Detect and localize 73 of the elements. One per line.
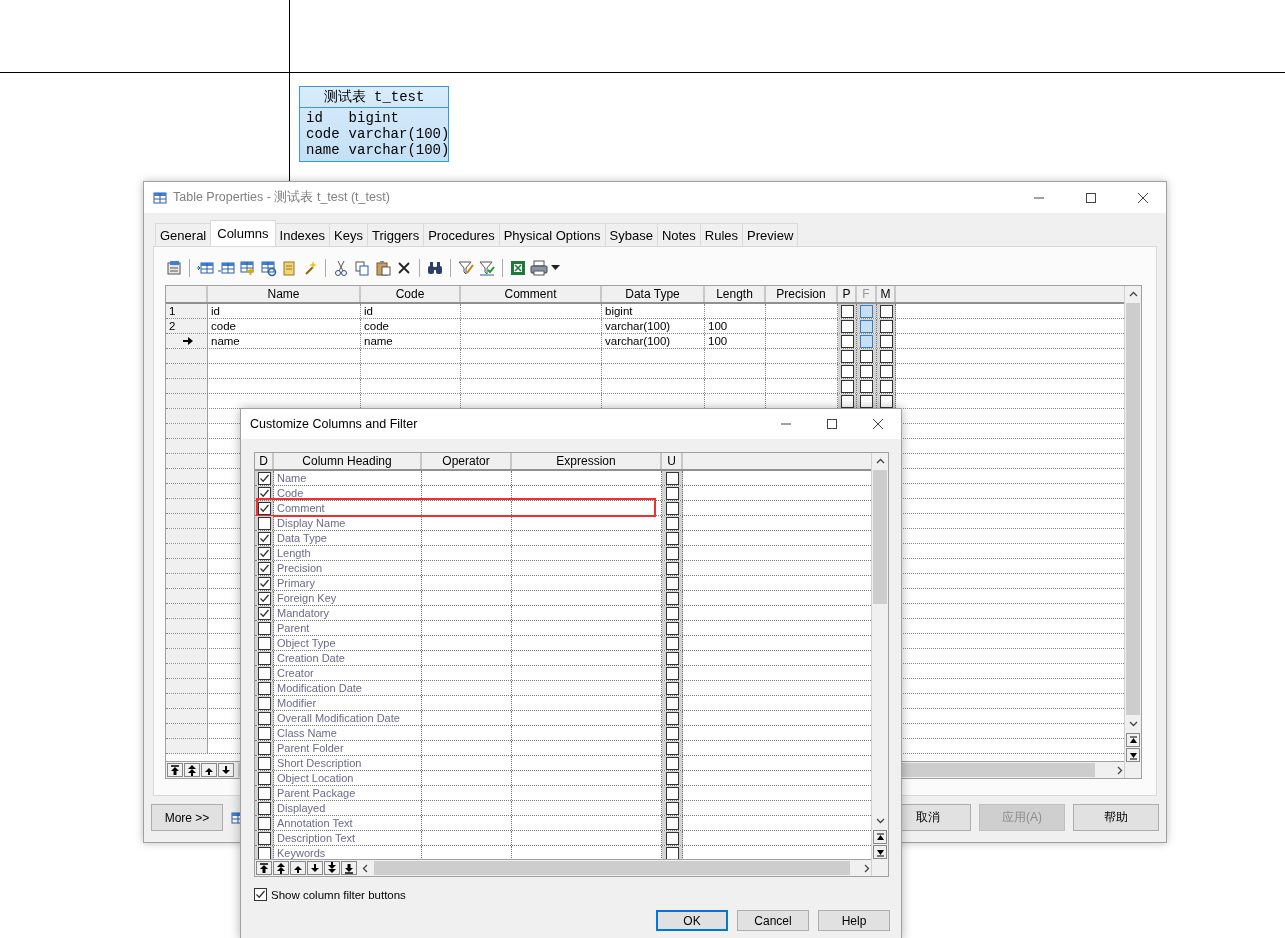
column-type: bigint bbox=[348, 110, 401, 126]
table-cell: Description Text bbox=[274, 831, 422, 845]
column-name: name bbox=[306, 142, 340, 158]
column-name: id bbox=[306, 110, 324, 126]
table-cell: Name bbox=[274, 471, 422, 485]
table-cell: Length bbox=[274, 546, 422, 560]
column-header[interactable]: Column Heading bbox=[274, 453, 422, 469]
column-header[interactable]: M bbox=[877, 286, 896, 302]
table-cell: code bbox=[208, 319, 361, 333]
table-cell: Object Type bbox=[274, 636, 422, 650]
table-cell: id bbox=[208, 304, 361, 318]
tab[interactable]: General bbox=[155, 223, 212, 246]
table-cell: Parent bbox=[274, 621, 422, 635]
table-cell: Code bbox=[274, 486, 422, 500]
column-type: varchar(100) bbox=[348, 142, 450, 158]
table-cell: 100 bbox=[705, 319, 766, 333]
table-cell: Creation Date bbox=[274, 651, 422, 665]
dialog-title: Customize Columns and Filter bbox=[250, 417, 419, 431]
checkbox-label: Show column filter buttons bbox=[271, 888, 406, 901]
table-cell: 100 bbox=[705, 334, 766, 348]
tab[interactable]: Columns bbox=[210, 220, 276, 246]
dialog-button[interactable]: 帮助 bbox=[1073, 804, 1159, 831]
table-cell: Parent Package bbox=[274, 786, 422, 800]
table-cell: Primary bbox=[274, 576, 422, 590]
dialog-button[interactable]: OK bbox=[656, 910, 728, 931]
table-cell: Overall Modification Date bbox=[274, 711, 422, 725]
tab[interactable]: Keys bbox=[329, 223, 368, 246]
dialog-button[interactable]: More >> bbox=[151, 804, 223, 831]
column-header[interactable]: Code bbox=[361, 286, 461, 302]
column-header[interactable]: D bbox=[255, 453, 274, 469]
column-header[interactable]: Operator bbox=[422, 453, 512, 469]
column-type: varchar(100) bbox=[348, 126, 450, 142]
row-header[interactable]: 1 bbox=[166, 304, 208, 318]
column-header[interactable]: Precision bbox=[766, 286, 838, 302]
table-cell: name bbox=[361, 334, 461, 348]
column-header[interactable]: Comment bbox=[461, 286, 602, 302]
table-cell: varchar(100) bbox=[602, 334, 705, 348]
table-cell: Precision bbox=[274, 561, 422, 575]
table-cell: Short Description bbox=[274, 756, 422, 770]
table-cell: Parent Folder bbox=[274, 741, 422, 755]
table-cell: Annotation Text bbox=[274, 816, 422, 830]
tab[interactable]: Sybase bbox=[604, 223, 658, 246]
table-cell: code bbox=[361, 319, 461, 333]
tab[interactable]: Preview bbox=[742, 223, 799, 246]
table-entity[interactable]: 测试表 t_test id bigint code varchar(100) name varchar(100) bbox=[299, 86, 449, 162]
table-cell: bigint bbox=[602, 304, 705, 318]
column-header[interactable]: Expression bbox=[512, 453, 662, 469]
table-cell: Creator bbox=[274, 666, 422, 680]
table-cell: Data Type bbox=[274, 531, 422, 545]
column-header[interactable]: Length bbox=[705, 286, 766, 302]
window-title: Table Properties - 测试表 t_test (t_test) bbox=[173, 189, 391, 206]
tab[interactable]: Triggers bbox=[367, 223, 425, 246]
table-cell: Class Name bbox=[274, 726, 422, 740]
entity-title: 测试表 t_test bbox=[300, 87, 448, 108]
column-header[interactable]: U bbox=[662, 453, 683, 469]
table-cell: id bbox=[361, 304, 461, 318]
tab[interactable]: Physical Options bbox=[498, 223, 606, 246]
table-cell: Object Location bbox=[274, 771, 422, 785]
dialog-button[interactable]: Cancel bbox=[737, 910, 809, 931]
table-cell: name bbox=[208, 334, 361, 348]
column-name: code bbox=[306, 126, 340, 142]
table-cell: Modification Date bbox=[274, 681, 422, 695]
table-cell: Mandatory bbox=[274, 606, 422, 620]
table-cell: varchar(100) bbox=[602, 319, 705, 333]
dialog-button[interactable]: Help bbox=[818, 910, 890, 931]
table-cell: Modifier bbox=[274, 696, 422, 710]
column-header[interactable]: Data Type bbox=[602, 286, 705, 302]
table-cell: Foreign Key bbox=[274, 591, 422, 605]
column-header[interactable]: P bbox=[838, 286, 857, 302]
row-header[interactable]: 2 bbox=[166, 319, 208, 333]
column-header[interactable]: Name bbox=[208, 286, 361, 302]
table-cell: Displayed bbox=[274, 801, 422, 815]
table-cell: Display Name bbox=[274, 516, 422, 530]
